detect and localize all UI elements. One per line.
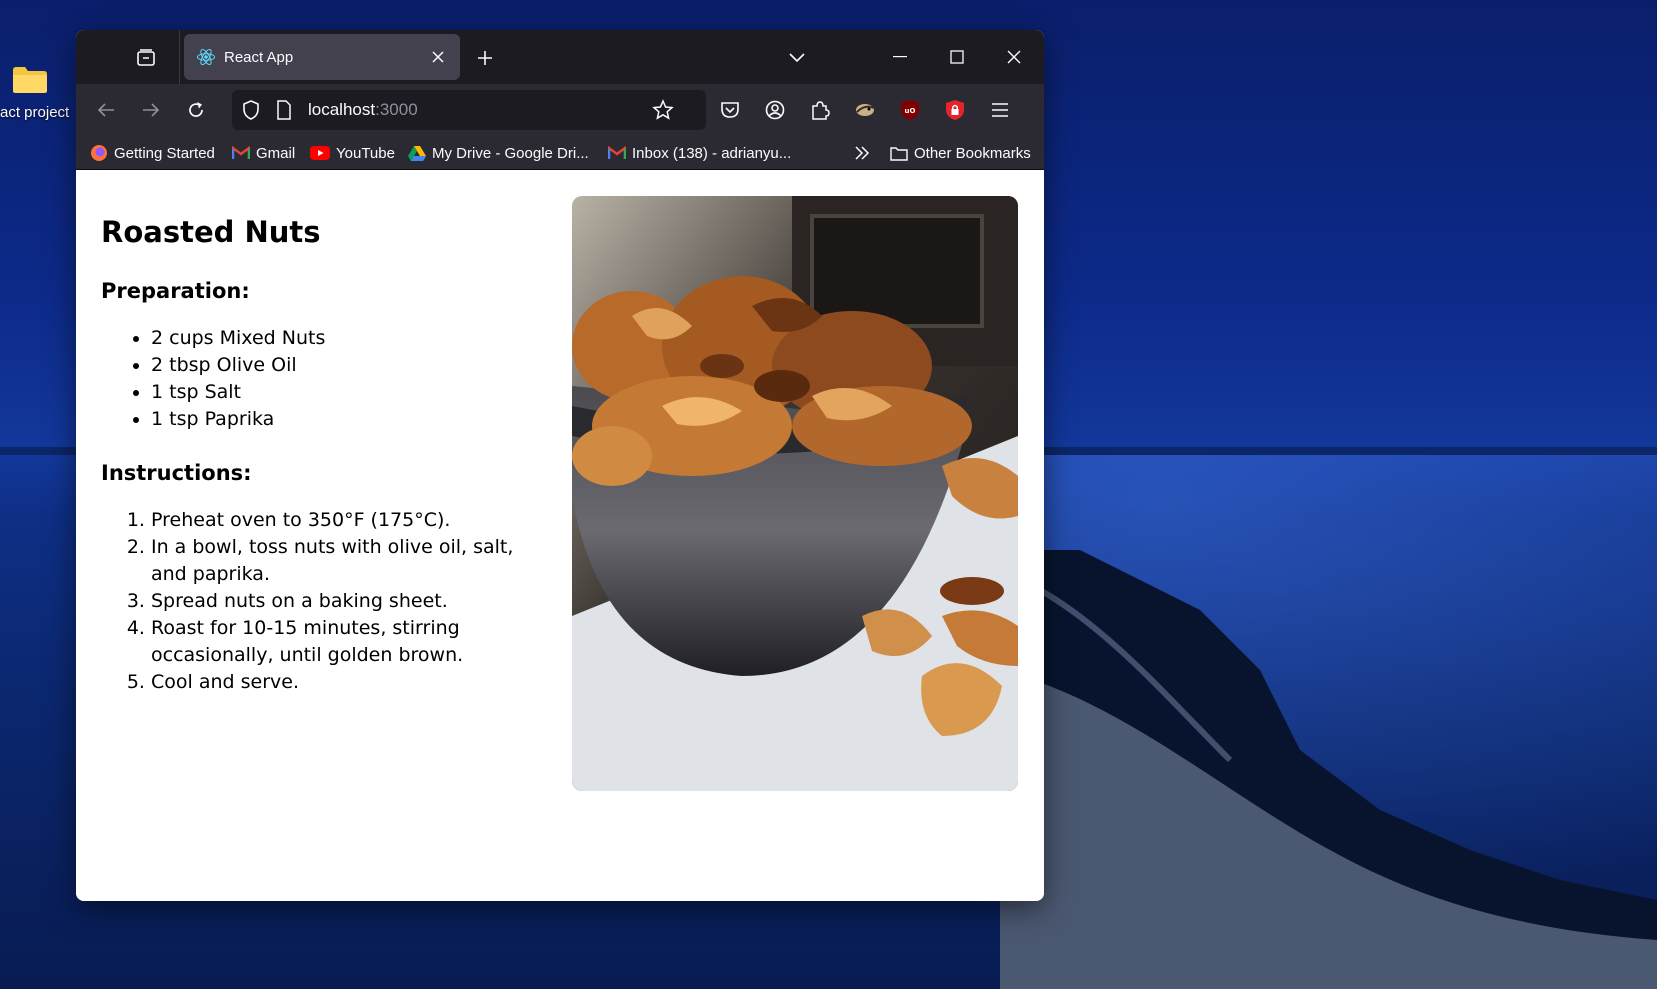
folder-icon bbox=[13, 67, 47, 93]
firefox-view-icon bbox=[137, 49, 155, 66]
bookmark-label: My Drive - Google Dri... bbox=[432, 144, 589, 162]
list-item: 1 tsp Salt bbox=[151, 379, 541, 406]
puzzle-icon bbox=[812, 101, 830, 120]
react-icon bbox=[197, 48, 215, 66]
back-button[interactable] bbox=[89, 93, 123, 127]
list-all-tabs-button[interactable] bbox=[783, 44, 811, 72]
account-icon bbox=[765, 100, 785, 120]
list-item: Preheat oven to 350°F (175°C). bbox=[151, 507, 541, 534]
extensions-button[interactable] bbox=[803, 93, 837, 127]
shield-lock-icon bbox=[946, 100, 964, 120]
list-item: Roast for 10-15 minutes, stirring occasi… bbox=[151, 615, 541, 669]
bookmark-google-drive[interactable]: My Drive - Google Dri... bbox=[408, 142, 589, 164]
new-tab-button[interactable] bbox=[471, 44, 499, 72]
instructions-heading: Instructions: bbox=[101, 461, 252, 485]
tab-strip: React App bbox=[76, 30, 1044, 84]
arrow-right-icon bbox=[143, 103, 160, 117]
recipe-title: Roasted Nuts bbox=[101, 215, 321, 249]
arrow-left-icon bbox=[97, 103, 114, 117]
reload-icon bbox=[189, 102, 203, 117]
bookmark-label: Gmail bbox=[256, 144, 296, 162]
list-item: In a bowl, toss nuts with olive oil, sal… bbox=[151, 534, 541, 588]
account-button[interactable] bbox=[758, 93, 792, 127]
list-item: 2 cups Mixed Nuts bbox=[151, 325, 541, 352]
bookmark-inbox[interactable]: Inbox (138) - adrianyu... bbox=[608, 142, 791, 164]
youtube-icon bbox=[310, 146, 330, 160]
bookmark-label: YouTube bbox=[336, 144, 395, 162]
gmail-icon bbox=[608, 146, 626, 159]
bookmark-label: Getting Started bbox=[114, 144, 215, 162]
folder-icon bbox=[890, 146, 908, 161]
password-manager-button[interactable] bbox=[938, 93, 972, 127]
ublock-icon: uO bbox=[901, 100, 919, 120]
ublock-origin-button[interactable]: uO bbox=[893, 93, 927, 127]
bookmarks-toolbar: Getting Started Gmail YouTube My Drive -… bbox=[76, 136, 1044, 170]
bookmark-label: Other Bookmarks bbox=[914, 144, 1031, 162]
forward-button[interactable] bbox=[134, 93, 168, 127]
bookmark-label: Inbox (138) - adrianyu... bbox=[632, 144, 792, 162]
chevron-down-icon bbox=[789, 53, 805, 63]
reload-button[interactable] bbox=[179, 93, 213, 127]
list-item: Cool and serve. bbox=[151, 669, 541, 696]
list-item: 2 tbsp Olive Oil bbox=[151, 352, 541, 379]
pocket-button[interactable] bbox=[713, 93, 747, 127]
page-icon bbox=[277, 100, 291, 120]
desktop-folder[interactable]: act project bbox=[0, 60, 80, 130]
browser-window: React App localhost:3000 uO Getting Star… bbox=[76, 30, 1044, 901]
preparation-heading: Preparation: bbox=[101, 279, 250, 303]
google-drive-icon bbox=[408, 146, 426, 161]
hamburger-icon bbox=[992, 103, 1008, 117]
desktop-folder-label: act project bbox=[0, 104, 70, 121]
list-item: Spread nuts on a baking sheet. bbox=[151, 588, 541, 615]
chevron-double-right-icon bbox=[855, 146, 870, 160]
tab-separator bbox=[179, 30, 180, 84]
svg-text:uO: uO bbox=[905, 107, 916, 115]
bookmark-getting-started[interactable]: Getting Started bbox=[90, 142, 215, 164]
menu-button[interactable] bbox=[983, 93, 1017, 127]
star-icon[interactable] bbox=[652, 99, 674, 121]
plus-icon bbox=[478, 51, 492, 65]
pocket-icon bbox=[721, 102, 739, 118]
tab-react-app[interactable]: React App bbox=[184, 34, 460, 80]
firefox-icon bbox=[91, 145, 107, 161]
close-icon bbox=[432, 51, 444, 63]
eagle-icon bbox=[856, 104, 875, 116]
close-icon bbox=[1007, 50, 1021, 64]
navigation-toolbar: localhost:3000 uO bbox=[76, 84, 1044, 136]
maximize-button[interactable] bbox=[937, 40, 977, 74]
ingredients-list: 2 cups Mixed Nuts 2 tbsp Olive Oil 1 tsp… bbox=[101, 325, 541, 433]
extension-eagle-button[interactable] bbox=[848, 93, 882, 127]
shield-icon bbox=[243, 100, 259, 120]
other-bookmarks-folder[interactable]: Other Bookmarks bbox=[890, 142, 1031, 164]
recipe-text: Roasted Nuts Preparation: 2 cups Mixed N… bbox=[101, 215, 541, 724]
url-text[interactable]: localhost:3000 bbox=[308, 100, 418, 120]
url-port: :3000 bbox=[375, 100, 418, 119]
page-content: Roasted Nuts Preparation: 2 cups Mixed N… bbox=[76, 171, 1044, 901]
url-host: localhost bbox=[308, 100, 376, 119]
wallpaper-rocks bbox=[1000, 550, 1657, 989]
steps-list: Preheat oven to 350°F (175°C). In a bowl… bbox=[101, 507, 541, 696]
url-bar[interactable]: localhost:3000 bbox=[232, 90, 706, 130]
minimize-icon bbox=[893, 56, 907, 58]
window-close-button[interactable] bbox=[994, 40, 1034, 74]
roasted-nuts-photo bbox=[572, 196, 1018, 791]
list-item: 1 tsp Paprika bbox=[151, 406, 541, 433]
tab-title: React App bbox=[224, 48, 294, 66]
gmail-icon bbox=[232, 146, 250, 159]
tab-close-button[interactable] bbox=[428, 47, 448, 67]
bookmark-youtube[interactable]: YouTube bbox=[310, 142, 395, 164]
firefox-view-button[interactable] bbox=[128, 40, 164, 76]
minimize-button[interactable] bbox=[880, 40, 920, 74]
maximize-icon bbox=[950, 50, 964, 64]
bookmark-gmail[interactable]: Gmail bbox=[232, 142, 295, 164]
more-bookmarks-button[interactable] bbox=[854, 142, 876, 164]
